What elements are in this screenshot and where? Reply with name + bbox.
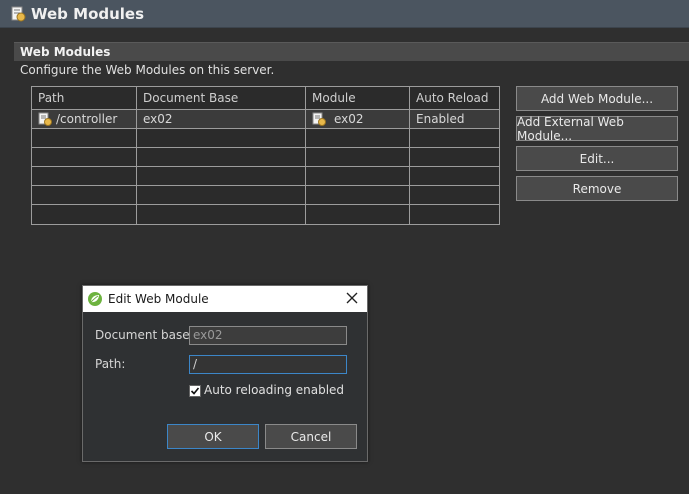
empty-cell — [32, 148, 137, 167]
empty-cell — [410, 167, 499, 186]
table-row-empty[interactable] — [32, 148, 499, 167]
table-row-empty[interactable] — [32, 129, 499, 148]
close-icon[interactable] — [345, 291, 359, 305]
web-module-icon — [312, 112, 326, 126]
empty-cell — [410, 129, 499, 148]
section-description: Configure the Web Modules on this server… — [20, 63, 275, 77]
edit-button[interactable]: Edit... — [516, 146, 678, 171]
remove-button[interactable]: Remove — [516, 176, 678, 201]
edit-web-module-dialog: Edit Web Module Document base: ex02 Path… — [82, 285, 368, 462]
empty-cell — [306, 148, 410, 167]
table-header-row: Path Document Base Module Auto Reload — [32, 87, 499, 110]
auto-reload-label[interactable]: Auto reloading enabled — [204, 383, 344, 397]
dialog-title: Edit Web Module — [108, 292, 209, 306]
empty-cell — [137, 167, 306, 186]
ok-button[interactable]: OK — [167, 424, 259, 449]
cell-module-text: ex02 — [334, 111, 364, 126]
column-header-path[interactable]: Path — [32, 87, 137, 110]
document-base-label: Document base: — [95, 328, 194, 342]
table-row[interactable]: /controller ex02 ex02 Enabled — [32, 110, 499, 129]
document-base-field[interactable]: ex02 — [189, 326, 347, 345]
empty-cell — [306, 205, 410, 224]
cell-document-base: ex02 — [137, 110, 306, 129]
cell-auto-reload: Enabled — [410, 110, 499, 129]
empty-cell — [137, 129, 306, 148]
empty-cell — [410, 205, 499, 224]
table-row-empty[interactable] — [32, 186, 499, 205]
spring-leaf-icon — [87, 291, 103, 307]
add-external-web-module-button[interactable]: Add External Web Module... — [516, 115, 678, 143]
empty-cell — [410, 186, 499, 205]
web-module-icon — [38, 112, 52, 126]
cancel-button[interactable]: Cancel — [265, 424, 357, 449]
column-header-document-base[interactable]: Document Base — [137, 87, 306, 110]
empty-cell — [306, 186, 410, 205]
web-modules-icon — [10, 6, 26, 22]
web-modules-table[interactable]: Path Document Base Module Auto Reload /c… — [31, 86, 500, 225]
table-row-empty[interactable] — [32, 205, 499, 224]
path-label: Path: — [95, 357, 126, 371]
empty-cell — [137, 186, 306, 205]
cell-path: /controller — [32, 110, 137, 129]
column-header-auto-reload[interactable]: Auto Reload — [410, 87, 499, 110]
cell-module: ex02 — [306, 110, 410, 129]
empty-cell — [306, 167, 410, 186]
empty-cell — [32, 129, 137, 148]
page-title: Web Modules — [31, 4, 145, 23]
add-web-module-button[interactable]: Add Web Module... — [516, 86, 678, 111]
empty-cell — [137, 205, 306, 224]
empty-cell — [306, 129, 410, 148]
column-header-module[interactable]: Module — [306, 87, 410, 110]
empty-cell — [410, 148, 499, 167]
dialog-title-bar[interactable]: Edit Web Module — [83, 286, 367, 312]
editor-title-bar: Web Modules — [0, 0, 689, 28]
empty-cell — [32, 167, 137, 186]
auto-reload-checkbox[interactable] — [189, 385, 201, 397]
cell-path-text: /controller — [56, 111, 118, 126]
empty-cell — [137, 148, 306, 167]
table-row-empty[interactable] — [32, 167, 499, 186]
section-header-web-modules[interactable]: Web Modules — [14, 42, 689, 61]
path-input[interactable]: / — [189, 355, 347, 374]
empty-cell — [32, 205, 137, 224]
empty-cell — [32, 186, 137, 205]
